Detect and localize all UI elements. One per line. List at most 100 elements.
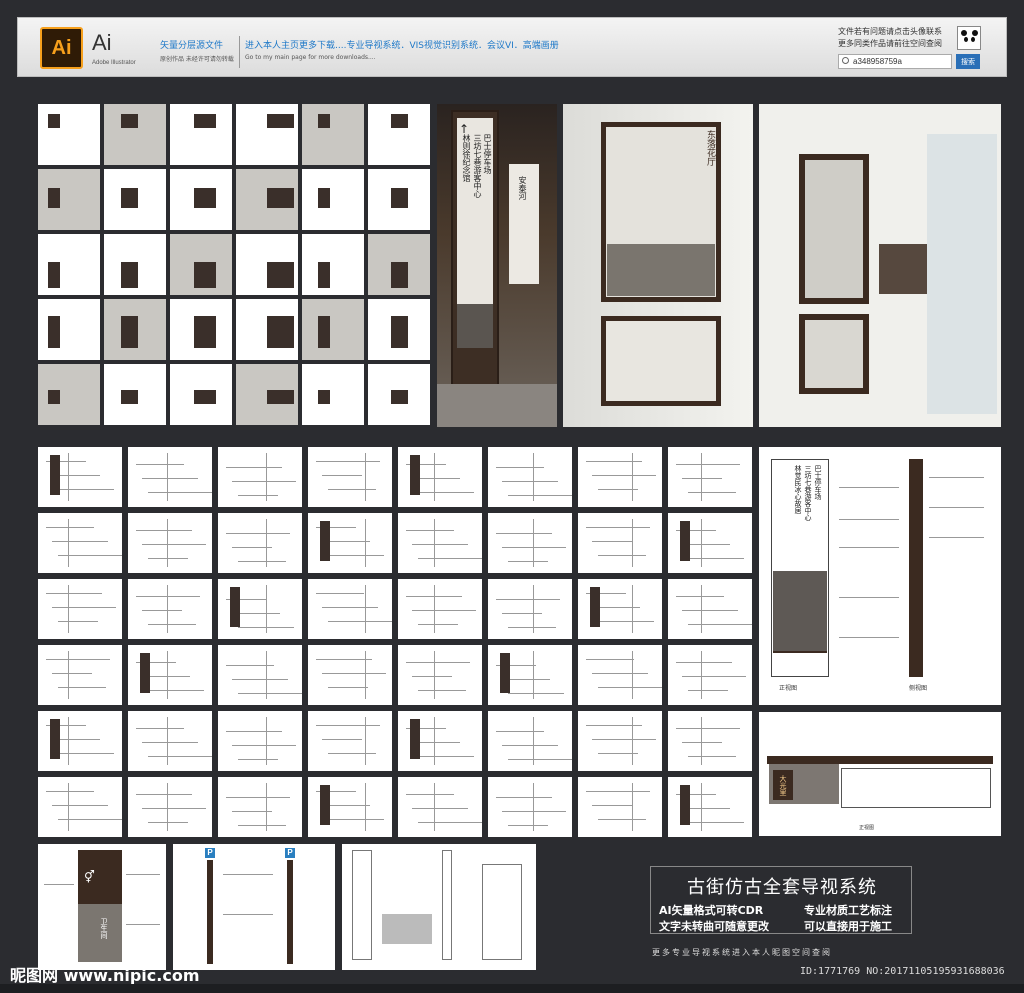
thumbnail-graphic — [267, 114, 294, 128]
plaque-angled-main — [799, 154, 869, 304]
promo-feature: 可以直接用于施工 — [804, 920, 892, 933]
panda-eye-icon — [964, 37, 968, 42]
promo-feature: 专业材质工艺标注 — [804, 904, 892, 917]
drawing-thumbnail — [128, 579, 212, 639]
search-button[interactable]: 搜索 — [956, 54, 980, 69]
page-thumbnail — [368, 169, 430, 230]
sign-elevation — [50, 719, 60, 759]
dimension-line — [502, 481, 558, 482]
drawing-thumbnail — [398, 513, 482, 573]
drawing-thumbnail — [38, 777, 122, 837]
dimension-line — [148, 690, 204, 691]
thumbnail-graphic — [318, 390, 330, 404]
dimension-line — [226, 533, 290, 534]
drawing-thumbnail — [668, 579, 752, 639]
dimension-line — [688, 558, 744, 559]
avatar[interactable] — [957, 26, 981, 50]
sign-elevation — [410, 719, 420, 759]
detail-drawing-sign: 巴士停车场 三坊七巷游客中心 林觉民冰心故居 正视图 侧视图 — [759, 447, 1001, 705]
drawing-stroke — [68, 717, 69, 765]
sign-elevation — [320, 521, 330, 561]
sign-elevation — [590, 587, 600, 627]
app-name: Ai — [92, 30, 112, 55]
dimension-line — [328, 687, 368, 688]
dimension-line — [148, 558, 188, 559]
dimension-line — [58, 753, 114, 754]
dimension-line — [136, 728, 184, 729]
contact-note: 文件若有问题请点击头像联系 — [838, 27, 942, 36]
homepage-link-en[interactable]: Go to my main page for more downloads...… — [245, 54, 376, 61]
drawing-stroke — [632, 717, 633, 765]
drawing-thumbnail — [128, 645, 212, 705]
dimension-line — [226, 797, 290, 798]
dimension-line — [322, 475, 362, 476]
dimension-line — [592, 475, 656, 476]
sign-text-visitor: 三坊七巷游客中心 — [473, 134, 482, 198]
drawing-stroke — [365, 717, 366, 765]
detail-drawing-plaque: 大光里 正视图 — [759, 712, 1001, 836]
drawing-thumbnail — [398, 447, 482, 507]
drawing-stroke — [68, 453, 69, 501]
dimension-line — [496, 797, 552, 798]
page-thumbnail — [368, 104, 430, 165]
thumbnail-graphic — [121, 390, 138, 404]
dimension-line — [148, 492, 212, 493]
drawing-thumbnail — [38, 645, 122, 705]
drawing-thumbnail — [488, 513, 572, 573]
thumbnail-graphic — [391, 262, 408, 288]
drawing-stroke — [701, 651, 702, 699]
dimension-line — [502, 547, 566, 548]
dimension-line — [496, 533, 552, 534]
drawing-stroke — [266, 651, 267, 699]
drawing-stroke — [434, 519, 435, 567]
promo-more-link[interactable]: 更多专业导视系统进入本人昵图空间查阅 — [652, 947, 832, 958]
dimension-line — [142, 544, 206, 545]
dimension-line — [238, 561, 286, 562]
panda-ear-icon — [961, 30, 967, 36]
app-subtitle: Adobe Illustrator — [92, 60, 136, 66]
page-thumbnail — [104, 169, 166, 230]
dimension-line — [592, 541, 632, 542]
drawing-stroke — [434, 453, 435, 501]
page-thumbnail — [302, 169, 364, 230]
dimension-line — [688, 492, 736, 493]
thumbnail-graphic — [121, 188, 138, 208]
dimension-line — [418, 492, 474, 493]
homepage-link[interactable]: 进入本人主页更多下载....专业导视系统．VIS视觉识别系统．会议VI．高端画册 — [245, 38, 559, 51]
thumbnail-graphic — [194, 316, 216, 348]
page-thumbnail — [236, 104, 298, 165]
drawing-thumbnail — [488, 645, 572, 705]
dimension-line — [496, 467, 544, 468]
drawing-thumbnail — [38, 513, 122, 573]
dimension-line — [322, 739, 362, 740]
thumbnail-graphic — [391, 390, 408, 404]
plaque-title: 东落花厅 — [705, 130, 715, 166]
drawing-stroke — [365, 651, 366, 699]
dimension-line — [688, 822, 744, 823]
sign-elevation — [320, 785, 330, 825]
drawing-thumbnail — [38, 711, 122, 771]
page-thumbnail — [104, 234, 166, 295]
dimension-line — [238, 693, 302, 694]
drawing-stroke — [68, 783, 69, 831]
sign-elevation — [410, 455, 420, 495]
dimension-line — [52, 673, 92, 674]
drawing-stroke — [701, 453, 702, 501]
page-thumbnail — [38, 299, 100, 360]
dimension-line — [412, 610, 476, 611]
drawing-thumbnail — [578, 513, 662, 573]
drawing-stroke — [533, 453, 534, 501]
plaque-roof-silhouette — [607, 244, 715, 296]
sign-text-bus: 巴士停车场 — [483, 134, 492, 174]
drawing-stroke — [434, 717, 435, 765]
dimension-line — [508, 495, 572, 496]
dimension-line — [328, 489, 376, 490]
dimension-line — [328, 819, 384, 820]
drawing-stroke — [701, 783, 702, 831]
plaque-title: 大光里 — [773, 770, 793, 800]
structure-post — [442, 850, 452, 960]
page-thumbnail — [368, 364, 430, 425]
search-input[interactable]: a348958759a — [838, 54, 952, 69]
drawing-thumbnail — [488, 711, 572, 771]
page-thumbnail — [236, 299, 298, 360]
